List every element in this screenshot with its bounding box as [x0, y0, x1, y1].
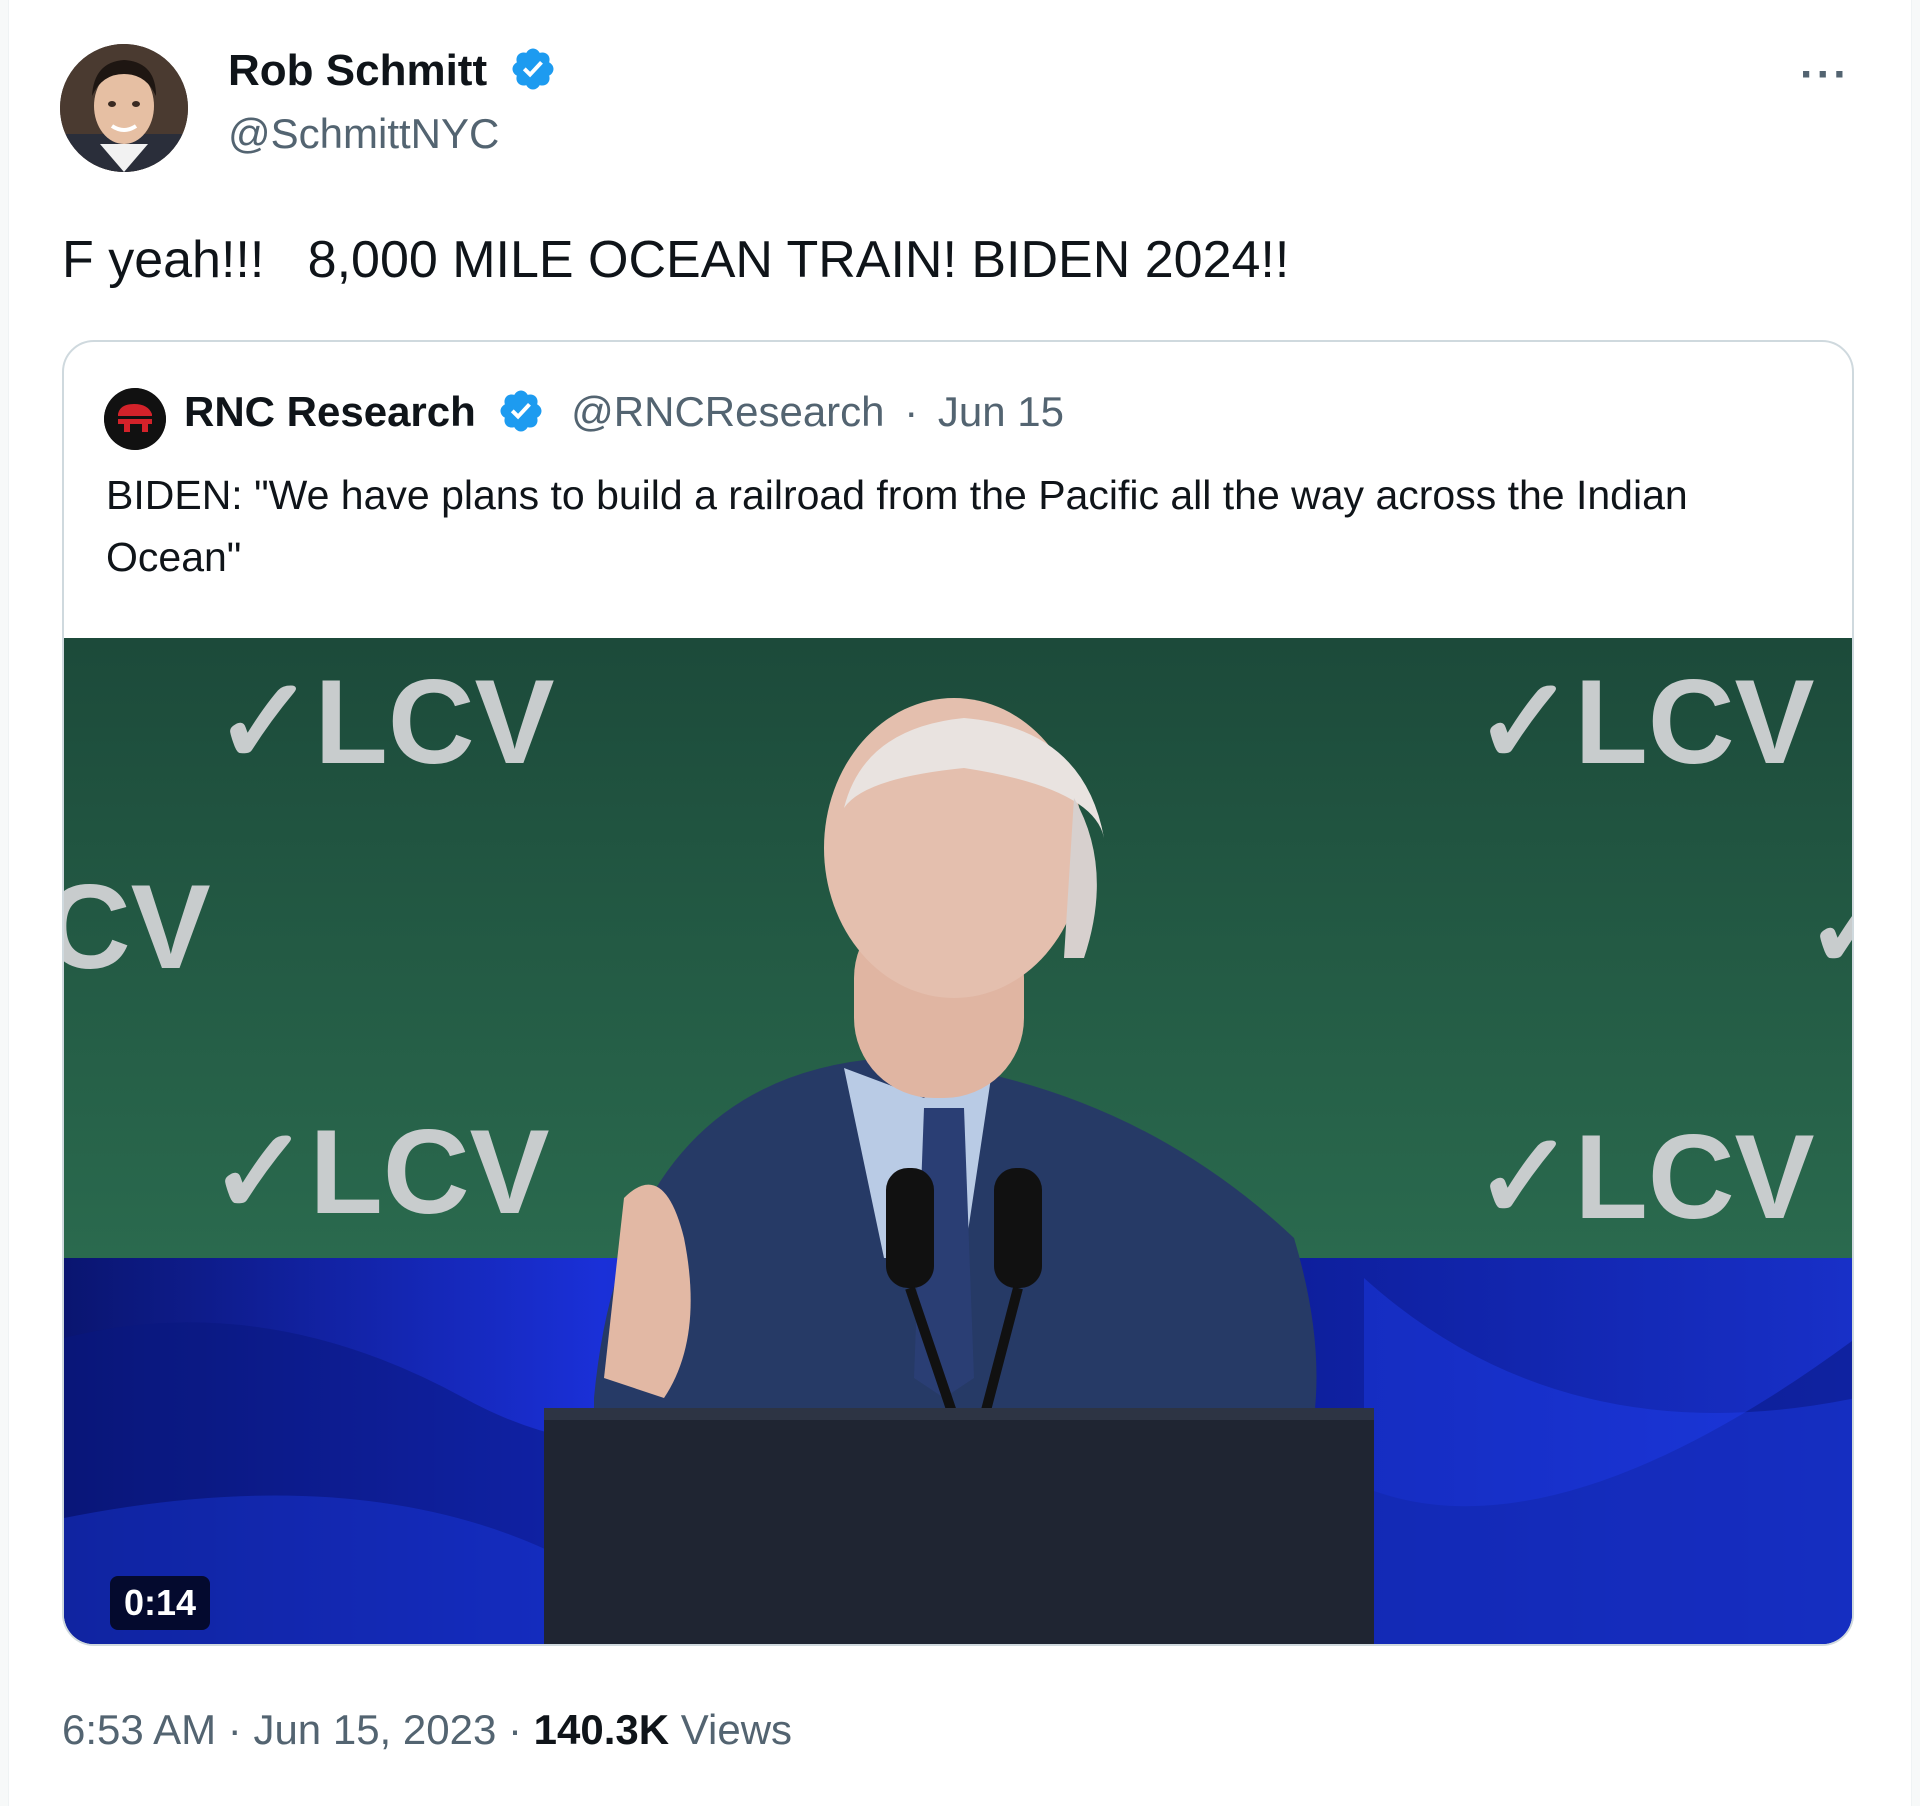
lcv-logo-top-left: ✓LCV: [214, 655, 555, 789]
meta-separator: ·: [227, 1706, 242, 1753]
tweet-date[interactable]: Jun 15, 2023: [253, 1706, 496, 1753]
tweet-meta: 6:53 AM · Jun 15, 2023 · 140.3K Views: [62, 1706, 792, 1754]
video-thumbnail: ✓LCV ✓LCV CV ✓LCV ✓LCV ✓: [64, 638, 1854, 1644]
quoted-handle[interactable]: @RNCResearch: [571, 388, 884, 435]
author-name-row[interactable]: Rob Schmitt: [228, 46, 557, 97]
author-handle[interactable]: @SchmittNYC: [228, 110, 499, 158]
quoted-verified-badge-icon: [500, 390, 542, 432]
quoted-avatar[interactable]: [104, 388, 166, 450]
lcv-logo-bottom-left: ✓LCV: [209, 1105, 550, 1239]
more-options-icon[interactable]: ···: [1800, 50, 1850, 100]
quoted-text: BIDEN: "We have plans to build a railroa…: [106, 472, 1688, 580]
author-avatar-image: [60, 44, 188, 172]
lcv-logo-top-right: ✓LCV: [1474, 655, 1815, 789]
author-avatar[interactable]: [60, 44, 188, 172]
quoted-separator: ·: [904, 388, 919, 435]
lcv-logo-bottom-right: ✓LCV: [1474, 1110, 1815, 1244]
lcv-logo-mid-right: ✓: [1804, 860, 1854, 994]
quoted-header: RNC Research @RNCResearch · Jun 15: [184, 388, 1064, 439]
verified-badge-icon: [512, 48, 554, 90]
left-border: [0, 0, 9, 1806]
right-border: [1911, 0, 1920, 1806]
tweet-time[interactable]: 6:53 AM: [62, 1706, 216, 1753]
podium: [544, 1408, 1374, 1644]
rnc-logo-icon: [104, 388, 166, 450]
views-count[interactable]: 140.3K: [534, 1706, 669, 1753]
video-duration: 0:14: [110, 1576, 211, 1630]
tweet-page: Rob Schmitt @SchmittNYC ··· F yeah!!! 8,…: [0, 0, 1920, 1806]
views-label[interactable]: Views: [681, 1706, 792, 1753]
lcv-logo-mid-left: CV: [64, 860, 211, 994]
quoted-tweet[interactable]: RNC Research @RNCResearch · Jun 15 BIDEN…: [62, 340, 1854, 1646]
quoted-video[interactable]: ✓LCV ✓LCV CV ✓LCV ✓LCV ✓: [64, 638, 1854, 1644]
quoted-date[interactable]: Jun 15: [938, 388, 1064, 435]
meta-separator: ·: [508, 1706, 522, 1753]
author-name[interactable]: Rob Schmitt: [228, 46, 487, 95]
tweet-text: F yeah!!! 8,000 MILE OCEAN TRAIN! BIDEN …: [62, 231, 1290, 289]
quoted-name[interactable]: RNC Research: [184, 388, 476, 435]
